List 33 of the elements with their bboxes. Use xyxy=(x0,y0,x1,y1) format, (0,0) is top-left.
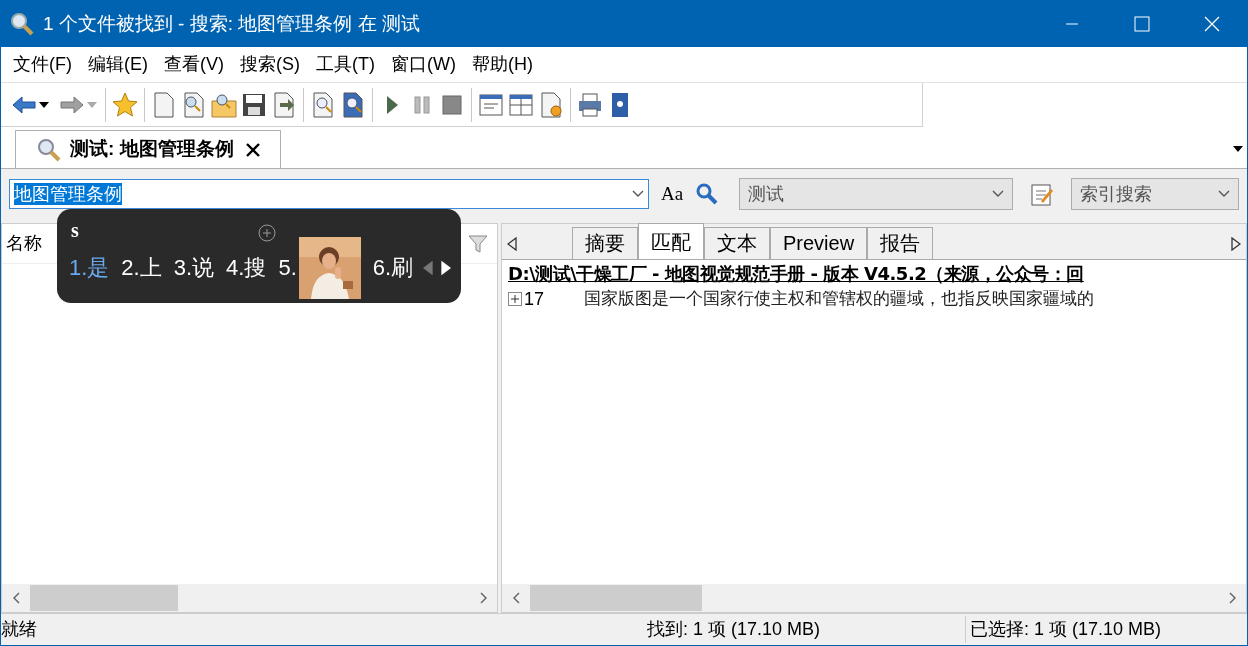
column-header[interactable]: 名称 xyxy=(6,230,42,257)
line-number: 17 xyxy=(524,287,546,311)
ime-candidate[interactable]: 5. xyxy=(278,237,361,299)
document-tab[interactable]: 测试: 地图管理条例 xyxy=(15,130,281,168)
menu-item[interactable]: 文件(F) xyxy=(5,51,80,78)
menu-item[interactable]: 编辑(E) xyxy=(80,51,156,78)
ime-candidate[interactable]: 3.说 xyxy=(173,257,215,279)
status-text: 找到: 1 项 (17.10 MB) xyxy=(641,616,966,643)
match-line: 国家版图是一个国家行使主权和管辖权的疆域，也指反映国家疆域的 xyxy=(584,287,1094,311)
result-tab[interactable]: 匹配 xyxy=(638,223,704,259)
search-mode-dropdown[interactable]: 索引搜索 xyxy=(1071,178,1239,210)
result-tab[interactable]: 文本 xyxy=(704,227,770,259)
menu-item[interactable]: 窗口(W) xyxy=(382,51,464,78)
ime-candidate[interactable]: 1.是 xyxy=(69,257,110,279)
menu-item[interactable]: 工具(T) xyxy=(308,51,383,78)
ime-input-text: s xyxy=(71,218,79,243)
menu-item[interactable]: 查看(V) xyxy=(156,51,232,78)
menu-item[interactable]: 搜索(S) xyxy=(232,51,308,78)
menu-item[interactable]: 帮助(H) xyxy=(463,51,541,78)
ime-candidate[interactable]: 2.上 xyxy=(121,257,162,279)
tab-label: 测试: 地图管理条例 xyxy=(70,137,234,162)
window-title: 1 个文件被找到 - 搜索: 地图管理条例 在 测试 xyxy=(43,11,420,36)
result-path[interactable]: D:\测试\干燥工厂 - 地图视觉规范手册 - 版本 V4.5.2（来源，公众号：回 xyxy=(502,260,1084,286)
search-field[interactable]: 地图管理条例 xyxy=(9,179,649,209)
status-text: 已选择: 1 项 (17.10 MB) xyxy=(969,618,1162,641)
location-dropdown[interactable]: 测试 xyxy=(739,178,1014,210)
result-tab[interactable]: Preview xyxy=(770,227,868,259)
match-case-toggle[interactable]: Aa xyxy=(656,179,688,209)
status-text: 就绪 xyxy=(1,618,38,641)
ime-candidate[interactable]: 6.刷 xyxy=(372,257,414,279)
ime-candidate[interactable]: 4.搜 xyxy=(226,257,267,279)
result-tab[interactable]: 摘要 xyxy=(572,227,638,259)
result-tab[interactable]: 报告 xyxy=(867,227,934,259)
